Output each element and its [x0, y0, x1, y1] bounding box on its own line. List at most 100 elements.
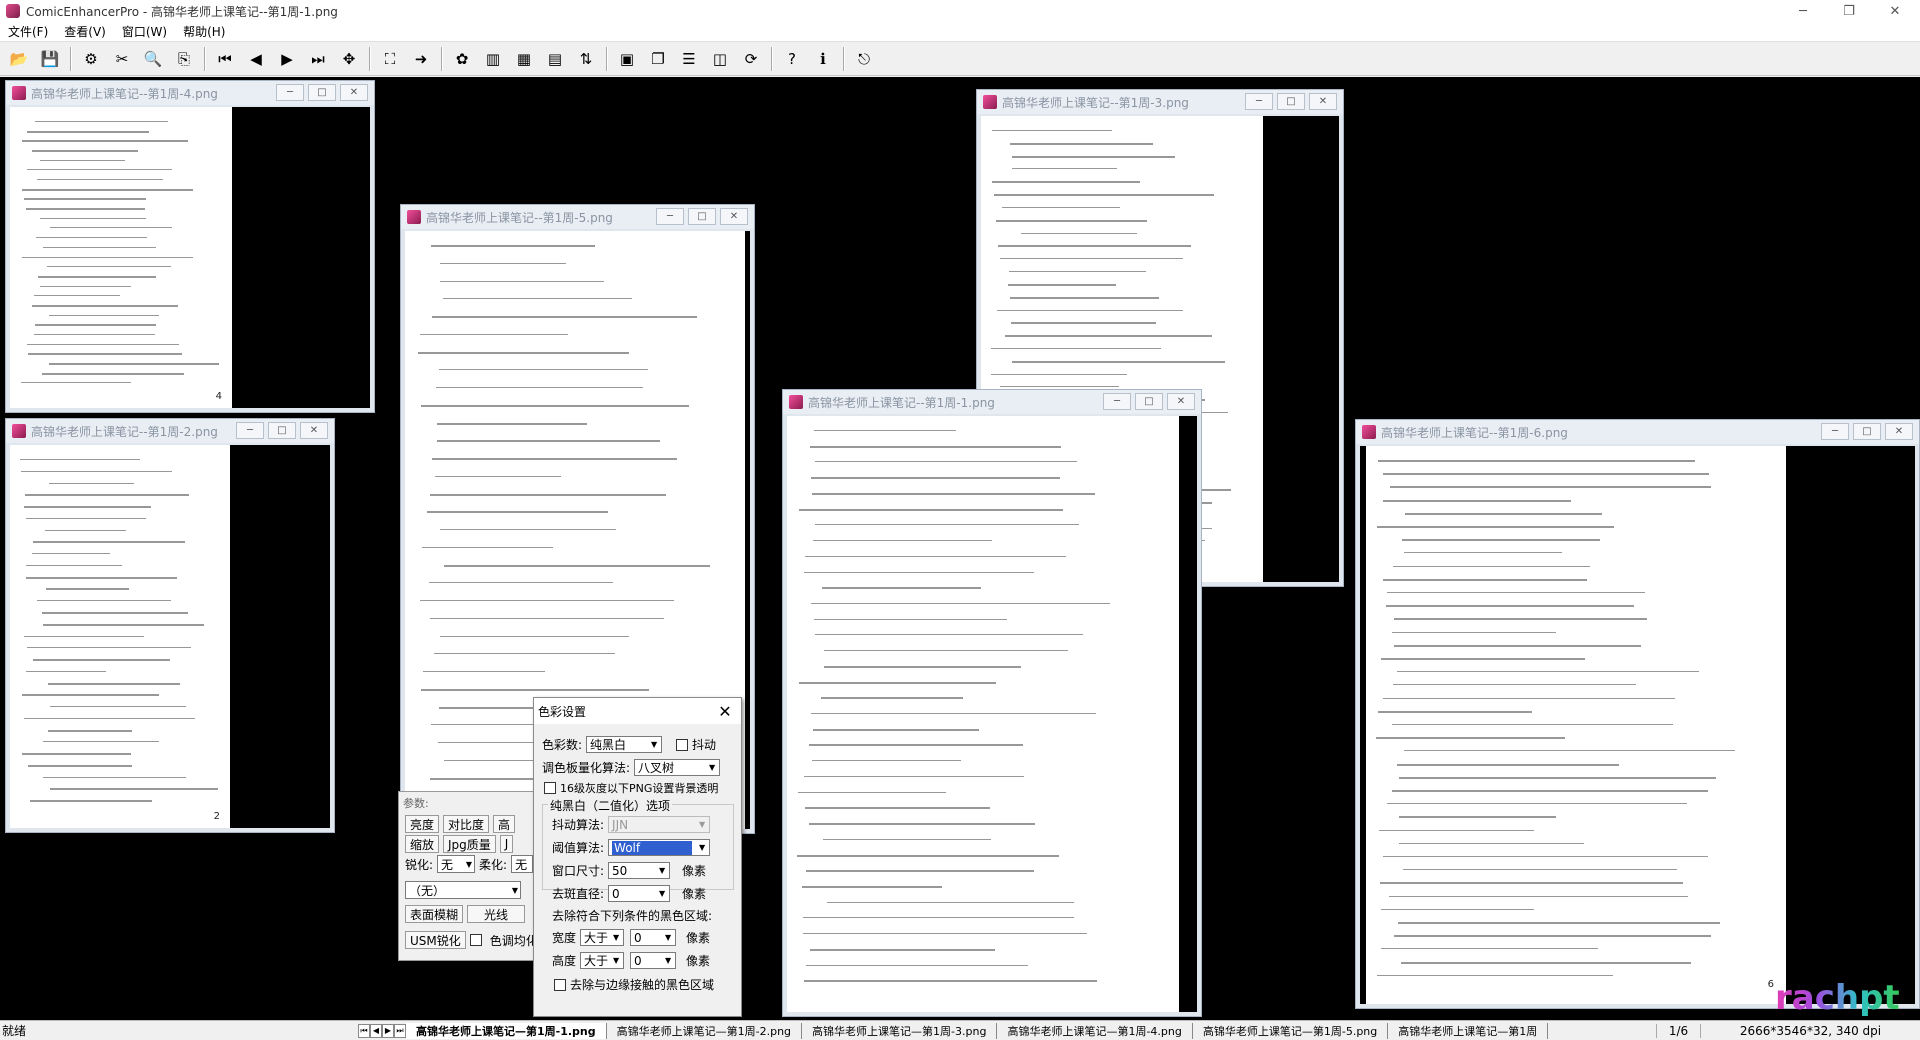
lighting-button[interactable]: 光线	[467, 905, 526, 923]
document-caption[interactable]: 高锦华老师上课笔记--第1周-3.png ─ □ ✕	[977, 90, 1343, 114]
sharpen-select[interactable]: 无 ▼	[437, 855, 476, 873]
last-tab-icon[interactable]: ⏭	[394, 1023, 406, 1038]
dither-algo-select[interactable]: JJN ▼	[608, 816, 711, 833]
height-value-input[interactable]: 0 ▼	[630, 952, 677, 969]
minimize-icon[interactable]: ─	[1245, 93, 1273, 110]
levels-icon[interactable]: ▥	[480, 46, 506, 72]
minimize-icon[interactable]: ─	[656, 208, 684, 225]
doc-tab[interactable]: 高锦华老师上课笔记—第1周-3.png	[802, 1022, 998, 1039]
menu-help[interactable]: 帮助(H)	[175, 23, 233, 40]
usm-sharpen-button[interactable]: USM锐化	[405, 931, 466, 949]
document-caption[interactable]: 高锦华老师上课笔记--第1周-6.png ─ □ ✕	[1356, 420, 1919, 444]
spinner-icon[interactable]: ▼	[661, 930, 675, 945]
despeckle-input[interactable]: 0 ▼	[608, 885, 671, 902]
sort-icon[interactable]: ⇅	[573, 46, 599, 72]
first-icon[interactable]: ⏮	[212, 46, 238, 72]
palette-icon[interactable]: ▦	[511, 46, 537, 72]
split-v-icon[interactable]: ◫	[707, 46, 733, 72]
sync-icon[interactable]: ⟳	[738, 46, 764, 72]
image-view[interactable]: 6	[1360, 446, 1915, 1004]
image-view[interactable]	[787, 416, 1197, 1012]
width-value-input[interactable]: 0 ▼	[630, 929, 677, 946]
doc-tab[interactable]: 高锦华老师上课笔记—第1周	[1388, 1022, 1549, 1039]
menu-file[interactable]: 文件(F)	[0, 23, 56, 40]
high-tab[interactable]: 高	[493, 815, 516, 833]
doc-tab[interactable]: 高锦华老师上课笔记—第1周-4.png	[997, 1022, 1193, 1039]
close-icon[interactable]: ✕	[715, 701, 735, 721]
close-icon[interactable]: ✕	[1885, 423, 1913, 440]
jpg-quality-tab[interactable]: Jpg质量	[443, 835, 496, 853]
cascade-icon[interactable]: ❐	[645, 46, 671, 72]
contrast-tab[interactable]: 对比度	[443, 815, 490, 833]
doc-tab[interactable]: 高锦华老师上课笔记—第1周-1.png	[406, 1022, 607, 1039]
next-tab-icon[interactable]: ▶	[382, 1023, 394, 1038]
remove-edge-checkbox[interactable]	[554, 978, 566, 991]
copy-icon[interactable]: ⎘	[171, 46, 197, 72]
tone-equalize-checkbox[interactable]	[469, 934, 482, 946]
cut-icon[interactable]: ✂	[109, 46, 135, 72]
export-icon[interactable]: ➜	[408, 46, 434, 72]
j-tab[interactable]: J	[499, 835, 514, 853]
prev-icon[interactable]: ◀	[243, 46, 269, 72]
close-icon[interactable]: ✕	[1309, 93, 1337, 110]
threshold-algo-select[interactable]: Wolf ▼	[608, 839, 711, 856]
close-icon[interactable]: ✕	[340, 84, 368, 101]
soften-select[interactable]: 无	[511, 855, 534, 873]
zoom-icon[interactable]: 🔍	[140, 46, 166, 72]
close-icon[interactable]: ✕	[1167, 393, 1195, 410]
close-icon[interactable]: ✕	[720, 208, 748, 225]
color-icon[interactable]: ✿	[449, 46, 475, 72]
restore-button[interactable]: ❐	[1826, 0, 1872, 22]
palette-algo-select[interactable]: 八叉树 ▼	[634, 759, 721, 776]
maximize-icon[interactable]: □	[268, 422, 296, 439]
scale-tab[interactable]: 缩放	[405, 835, 440, 853]
doc-tab[interactable]: 高锦华老师上课笔记—第1周-5.png	[1193, 1022, 1389, 1039]
document-window-6[interactable]: 高锦华老师上课笔记--第1周-6.png ─ □ ✕ 6	[1355, 419, 1920, 1009]
info-icon[interactable]: ℹ	[810, 46, 836, 72]
minimize-icon[interactable]: ─	[1103, 393, 1131, 410]
document-window-1[interactable]: 高锦华老师上课笔记--第1周-1.png ─ □ ✕	[782, 389, 1202, 1017]
menu-window[interactable]: 窗口(W)	[114, 23, 175, 40]
surface-blur-button[interactable]: 表面模糊	[405, 905, 464, 923]
spinner-icon[interactable]: ▼	[661, 953, 675, 968]
save-icon[interactable]: 💾	[37, 46, 63, 72]
brightness-tab[interactable]: 亮度	[405, 815, 440, 833]
spinner-icon[interactable]: ▼	[655, 863, 669, 878]
maximize-icon[interactable]: □	[1277, 93, 1305, 110]
image-view[interactable]: 4	[10, 107, 370, 408]
open-icon[interactable]: 📂	[6, 46, 32, 72]
minimize-icon[interactable]: ─	[236, 422, 264, 439]
batch-icon[interactable]: ⚙	[78, 46, 104, 72]
maximize-icon[interactable]: □	[1135, 393, 1163, 410]
move-icon[interactable]: ✥	[336, 46, 362, 72]
minimize-button[interactable]: ─	[1780, 0, 1826, 22]
document-window-4[interactable]: 高锦华老师上课笔记--第1周-4.png ─ □ ✕ 4	[5, 80, 375, 413]
last-icon[interactable]: ⏭	[305, 46, 331, 72]
maximize-icon[interactable]: □	[308, 84, 336, 101]
dialog-caption[interactable]: 色彩设置 ✕	[534, 698, 741, 724]
spinner-icon[interactable]: ▼	[655, 886, 669, 901]
split-h-icon[interactable]: ☰	[676, 46, 702, 72]
minimize-icon[interactable]: ─	[1821, 423, 1849, 440]
next-icon[interactable]: ▶	[274, 46, 300, 72]
document-caption[interactable]: 高锦华老师上课笔记--第1周-5.png ─ □ ✕	[401, 205, 754, 229]
document-caption[interactable]: 高锦华老师上课笔记--第1周-2.png ─ □ ✕	[6, 419, 334, 443]
document-window-2[interactable]: 高锦华老师上课笔记--第1周-2.png ─ □ ✕ 2	[5, 418, 335, 833]
close-icon[interactable]: ✕	[300, 422, 328, 439]
png-transparent-checkbox[interactable]	[544, 782, 556, 794]
prev-tab-icon[interactable]: ◀	[370, 1023, 382, 1038]
document-caption[interactable]: 高锦华老师上课笔记--第1周-1.png ─ □ ✕	[783, 390, 1201, 414]
image-view[interactable]: 2	[10, 445, 330, 828]
dither-checkbox[interactable]	[676, 738, 689, 751]
color-count-select[interactable]: 纯黑白 ▼	[586, 736, 663, 753]
window-size-input[interactable]: 50 ▼	[608, 862, 671, 879]
menu-view[interactable]: 查看(V)	[56, 23, 114, 40]
exit-icon[interactable]: ⎋	[851, 46, 877, 72]
filter-select[interactable]: （无） ▼	[405, 881, 521, 899]
first-tab-icon[interactable]: ⏮	[358, 1023, 370, 1038]
maximize-icon[interactable]: □	[688, 208, 716, 225]
minimize-icon[interactable]: ─	[276, 84, 304, 101]
help-icon[interactable]: ?	[779, 46, 805, 72]
document-caption[interactable]: 高锦华老师上课笔记--第1周-4.png ─ □ ✕	[6, 81, 374, 105]
fit-icon[interactable]: ⛶	[377, 46, 403, 72]
